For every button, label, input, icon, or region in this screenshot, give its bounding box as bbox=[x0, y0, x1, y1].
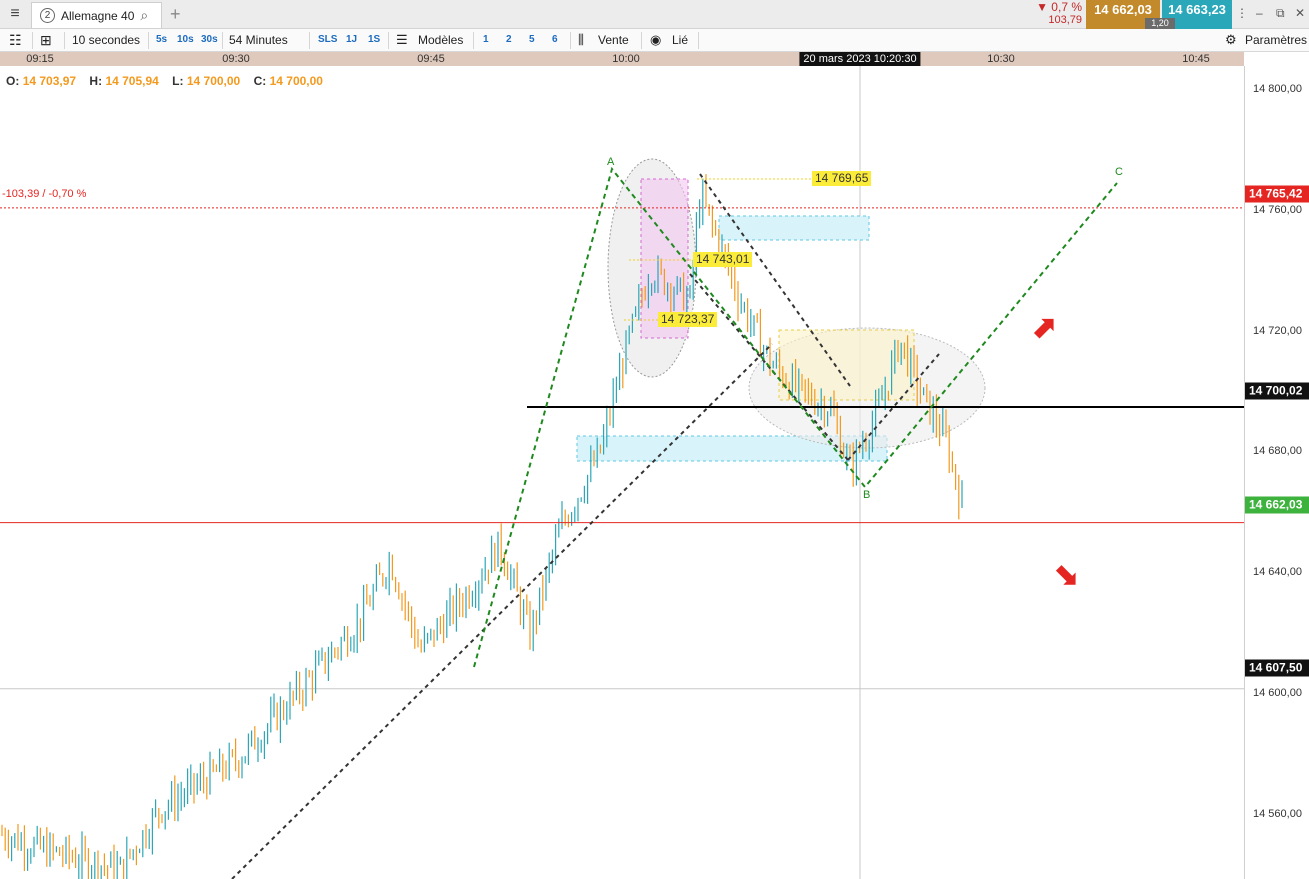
time-label: 10:00 bbox=[612, 53, 640, 65]
separator bbox=[570, 32, 571, 49]
quote-change: ▼ 0,7 % 103,79 bbox=[1030, 1, 1082, 27]
side-select[interactable]: Vente bbox=[598, 29, 629, 52]
price-label: 14 800,00 bbox=[1253, 83, 1302, 95]
high-value: 14 705,94 bbox=[105, 74, 159, 88]
close-value: 14 700,00 bbox=[269, 74, 323, 88]
open-value: 14 703,97 bbox=[22, 74, 77, 88]
price-label: 14 560,00 bbox=[1253, 808, 1302, 820]
interval-30s[interactable]: 30s bbox=[201, 29, 218, 52]
zone-rect-cyan-top bbox=[718, 215, 870, 241]
layout-6[interactable]: 6 bbox=[552, 29, 558, 52]
instrument-name: Allemagne 40 bbox=[61, 8, 135, 23]
grid-icon[interactable]: ⊞ bbox=[40, 29, 52, 52]
high-label: H: bbox=[89, 74, 103, 88]
popout-icon[interactable]: ⧉ bbox=[1276, 6, 1285, 21]
time-axis[interactable]: 09:15 09:30 09:45 10:00 10:30 10:45 20 m… bbox=[0, 52, 1244, 66]
eye-icon[interactable]: ◉ bbox=[650, 29, 661, 52]
settings-button[interactable]: Paramètres bbox=[1245, 29, 1307, 52]
interval-5s[interactable]: 5s bbox=[156, 29, 167, 52]
instrument-tab[interactable]: 2 Allemagne 40 ⌕ bbox=[31, 2, 162, 28]
price-label: 14 760,00 bbox=[1253, 204, 1302, 216]
price-chart[interactable] bbox=[0, 66, 1244, 879]
layout-1[interactable]: 1 bbox=[483, 29, 489, 52]
range-1s[interactable]: 1S bbox=[368, 29, 380, 52]
time-label: 10:30 bbox=[987, 53, 1015, 65]
cursor-price-tag: 14 607,50 bbox=[1245, 659, 1309, 677]
duration-select[interactable]: 54 Minutes bbox=[229, 29, 288, 52]
layout-5[interactable]: 5 bbox=[529, 29, 535, 52]
low-value: 14 700,00 bbox=[186, 74, 241, 88]
layout-2[interactable]: 2 bbox=[506, 29, 512, 52]
up-arrow-icon: ⬈ bbox=[1032, 311, 1058, 344]
list-icon[interactable]: ☷ bbox=[9, 29, 22, 52]
close-label: C: bbox=[253, 74, 267, 88]
hline-tag: 14 700,02 bbox=[1245, 382, 1309, 400]
gear-icon[interactable]: ⚙ bbox=[1225, 29, 1237, 52]
level-note-mid[interactable]: 14 743,01 bbox=[693, 252, 753, 267]
down-arrow-icon: ⬊ bbox=[1054, 559, 1080, 592]
separator bbox=[698, 32, 699, 49]
templates-icon[interactable]: ☰ bbox=[396, 29, 408, 52]
ohlc-readout: O: 14 703,97 H: 14 705,94 L: 14 700,00 C… bbox=[6, 74, 333, 88]
range-1j[interactable]: 1J bbox=[346, 29, 357, 52]
level-note-low[interactable]: 14 723,37 bbox=[658, 312, 718, 327]
more-icon[interactable]: ⋮ bbox=[1236, 6, 1248, 20]
interval-10s[interactable]: 10s bbox=[177, 29, 194, 52]
add-tab-icon[interactable]: + bbox=[170, 4, 181, 24]
time-label: 09:30 bbox=[222, 53, 250, 65]
wave-label-a: A bbox=[607, 156, 615, 168]
prev-close-tag: 14 765,42 bbox=[1245, 185, 1309, 203]
menu-icon[interactable]: ≡ bbox=[4, 4, 26, 24]
time-label: 09:15 bbox=[26, 53, 54, 65]
price-label: 14 680,00 bbox=[1253, 445, 1302, 457]
low-label: L: bbox=[172, 74, 184, 88]
candles-icon[interactable]: ⫼ bbox=[578, 29, 584, 52]
open-label: O: bbox=[6, 74, 20, 88]
time-label: 10:45 bbox=[1182, 53, 1210, 65]
level-note-high[interactable]: 14 769,65 bbox=[812, 171, 872, 186]
trading-chart-app: ≡ 2 Allemagne 40 ⌕ + ▼ 0,7 % 103,79 14 6… bbox=[0, 0, 1309, 879]
time-cursor-label: 20 mars 2023 10:20:30 bbox=[799, 52, 921, 66]
separator bbox=[473, 32, 474, 49]
link-toggle[interactable]: Lié bbox=[672, 29, 688, 52]
wave-label-b: B bbox=[863, 489, 871, 501]
interval-select[interactable]: 10 secondes bbox=[72, 29, 140, 52]
spread-badge: 1,20 bbox=[1145, 18, 1175, 29]
tab-bar: ≡ 2 Allemagne 40 ⌕ + ▼ 0,7 % 103,79 14 6… bbox=[0, 0, 1309, 29]
price-label: 14 640,00 bbox=[1253, 566, 1302, 578]
price-axis[interactable]: 14 800,00 14 760,00 14 720,00 14 680,00 … bbox=[1244, 66, 1309, 879]
change-percent: ▼ 0,7 % bbox=[1036, 0, 1082, 14]
time-label: 09:45 bbox=[417, 53, 445, 65]
last-price-tag: 14 662,03 bbox=[1245, 496, 1309, 514]
separator bbox=[64, 32, 65, 49]
tab-number: 2 bbox=[40, 8, 55, 23]
wave-label-c: C bbox=[1115, 166, 1123, 178]
separator bbox=[309, 32, 310, 49]
separator bbox=[222, 32, 223, 49]
chart-toolbar: ☷ ⊞ 10 secondes 5s 10s 30s 54 Minutes SL… bbox=[0, 29, 1309, 52]
minimize-icon[interactable]: – bbox=[1256, 6, 1263, 20]
price-label: 14 720,00 bbox=[1253, 325, 1302, 337]
change-absolute: 103,79 bbox=[1048, 14, 1082, 26]
separator bbox=[641, 32, 642, 49]
search-icon[interactable]: ⌕ bbox=[140, 7, 148, 24]
separator bbox=[388, 32, 389, 49]
price-label: 14 600,00 bbox=[1253, 687, 1302, 699]
channel-line-support bbox=[231, 343, 773, 879]
range-sls[interactable]: SLS bbox=[318, 29, 337, 52]
templates-button[interactable]: Modèles bbox=[418, 29, 463, 52]
separator bbox=[148, 32, 149, 49]
close-icon[interactable]: ✕ bbox=[1295, 6, 1305, 20]
prev-close-change-label: -103,39 / -0,70 % bbox=[2, 188, 87, 200]
separator bbox=[32, 32, 33, 49]
